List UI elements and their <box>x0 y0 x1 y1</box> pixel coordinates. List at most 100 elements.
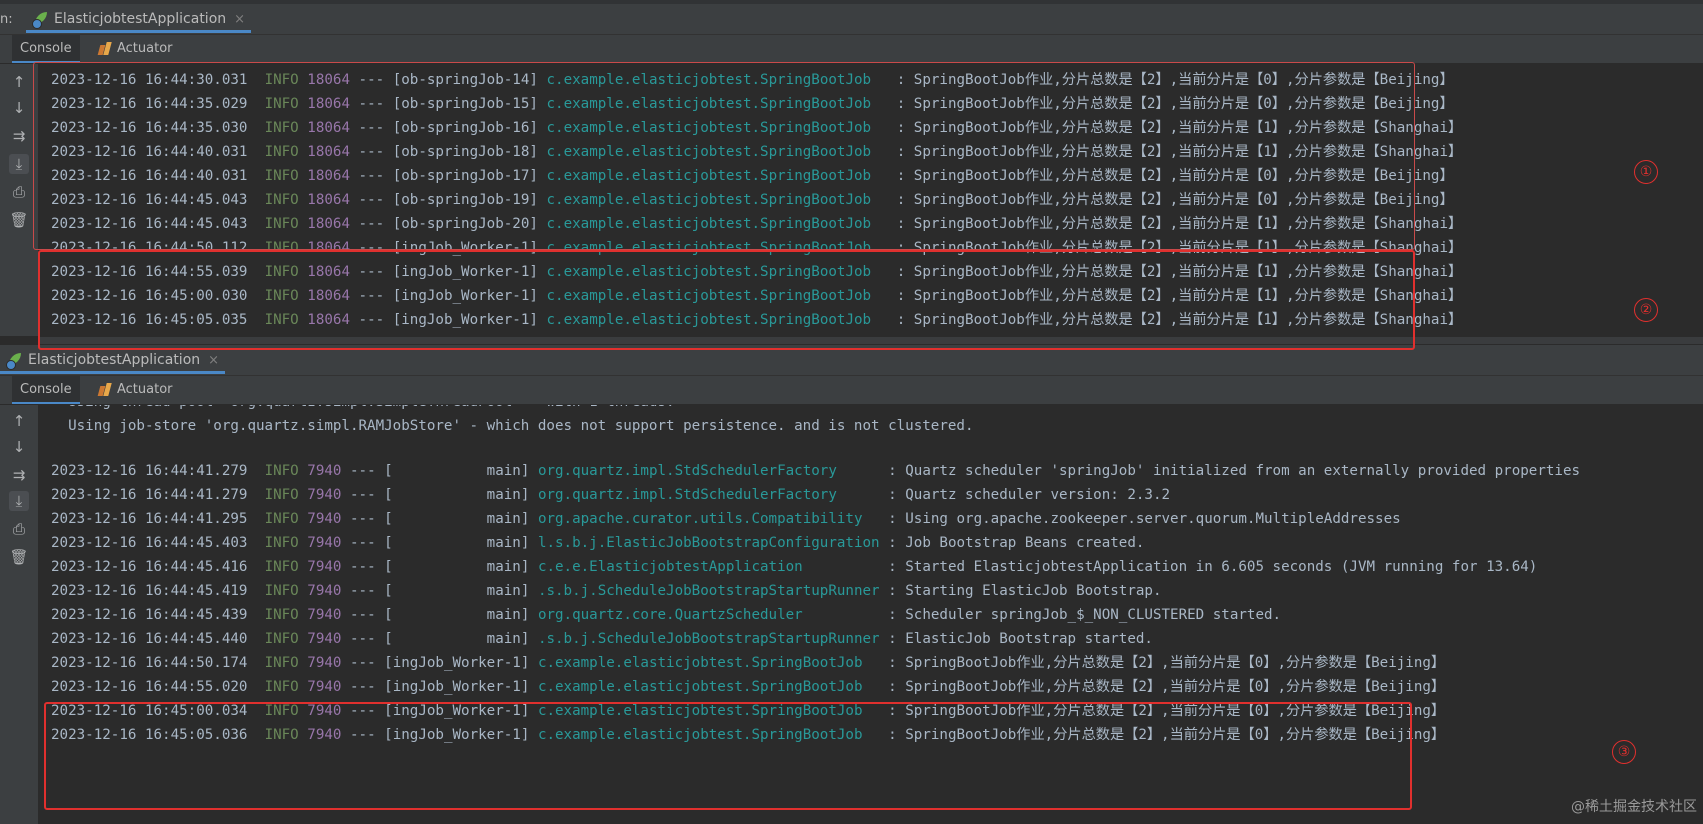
log-timestamp: 2023-12-16 16:44:41.279 <box>51 487 248 503</box>
log-logger: .s.b.j.ScheduleJobBootstrapStartupRunner <box>537 583 880 599</box>
log-pid: 7940 <box>307 559 342 575</box>
log-message: : SpringBootJob作业,分片总数是【2】,当前分片是【0】,分片参数… <box>888 679 1446 695</box>
log-separator: --- <box>350 583 376 599</box>
log-message: : Quartz scheduler 'springJob' initializ… <box>888 463 1581 479</box>
log-timestamp: 2023-12-16 16:44:41.279 <box>51 463 248 479</box>
scroll-up-icon[interactable]: ↑ <box>9 72 29 92</box>
log-message: : Starting ElasticJob Bootstrap. <box>888 583 1162 599</box>
log-pid: 7940 <box>307 655 342 671</box>
log-timestamp: 2023-12-16 16:44:50.174 <box>51 655 248 671</box>
marker-1: ① <box>1634 160 1658 184</box>
log-separator: --- <box>350 679 376 695</box>
tab-console[interactable]: Console <box>12 35 80 63</box>
log-plain-line: Using job-store 'org.quartz.simpl.RAMJob… <box>51 418 974 434</box>
log-timestamp: 2023-12-16 16:44:45.403 <box>51 535 248 551</box>
log-thread: [ main] <box>384 535 530 551</box>
run-tabbar-top: n: ElasticjobtestApplication × <box>0 4 1703 35</box>
log-logger: c.example.elasticjobtest.SpringBootJob <box>537 655 880 671</box>
log-logger: org.quartz.impl.StdSchedulerFactory <box>537 487 880 503</box>
clear-all-icon[interactable]: 🗑 <box>9 210 29 230</box>
scroll-to-end-icon[interactable]: ⤓ <box>9 154 29 174</box>
log-message: : Started ElasticjobtestApplication in 6… <box>888 559 1538 575</box>
marker-2: ② <box>1634 298 1658 322</box>
log-message: : Using org.apache.zookeeper.server.quor… <box>888 511 1401 527</box>
scroll-down-icon[interactable]: ↓ <box>9 437 29 457</box>
log-thread: [ingJob_Worker-1] <box>384 655 530 671</box>
log-level: INFO <box>264 511 299 527</box>
log-thread: [ main] <box>384 511 530 527</box>
log-separator: --- <box>350 631 376 647</box>
spring-app-icon <box>32 11 48 29</box>
soft-wrap-icon[interactable]: ⇉ <box>9 126 29 146</box>
log-timestamp: 2023-12-16 16:44:45.419 <box>51 583 248 599</box>
log-timestamp: 2023-12-16 16:44:45.416 <box>51 559 248 575</box>
tab-actuator[interactable]: Actuator <box>90 35 181 61</box>
run-tab-title: ElasticjobtestApplication <box>54 11 227 27</box>
log-thread: [ingJob_Worker-1] <box>384 679 530 695</box>
scroll-up-icon[interactable]: ↑ <box>9 411 29 431</box>
watermark: @稀土掘金技术社区 <box>1571 799 1697 815</box>
log-line: 2023-12-16 16:44:45.416 INFO 7940 --- [ … <box>51 555 1537 579</box>
log-level: INFO <box>264 631 299 647</box>
log-pid: 7940 <box>307 535 342 551</box>
log-timestamp: 2023-12-16 16:44:45.439 <box>51 607 248 623</box>
soft-wrap-icon[interactable]: ⇉ <box>9 465 29 485</box>
log-thread: [ main] <box>384 559 530 575</box>
log-logger: org.quartz.impl.StdSchedulerFactory <box>537 463 880 479</box>
console-subtabbar-top: Console Actuator <box>0 35 1703 64</box>
clear-all-icon[interactable]: 🗑 <box>9 547 29 567</box>
log-thread: [ main] <box>384 607 530 623</box>
log-level: INFO <box>264 655 299 671</box>
log-line: 2023-12-16 16:44:55.020 INFO 7940 --- [i… <box>51 675 1445 699</box>
log-logger: c.e.e.ElasticjobtestApplication <box>537 559 880 575</box>
log-line: 2023-12-16 16:44:45.440 INFO 7940 --- [ … <box>51 627 1153 651</box>
console-subtabbar-bottom: Console Actuator <box>0 376 1703 405</box>
close-icon[interactable]: × <box>234 12 245 27</box>
log-line: 2023-12-16 16:44:45.403 INFO 7940 --- [ … <box>51 531 1144 555</box>
log-separator: --- <box>350 463 376 479</box>
log-thread: [ main] <box>384 487 530 503</box>
log-level: INFO <box>264 463 299 479</box>
log-message: : Job Bootstrap Beans created. <box>888 535 1145 551</box>
highlight-box-1 <box>33 62 1415 250</box>
log-line: 2023-12-16 16:44:45.419 INFO 7940 --- [ … <box>51 579 1162 603</box>
log-thread: [ main] <box>384 583 530 599</box>
log-level: INFO <box>264 535 299 551</box>
marker-3: ③ <box>1612 740 1636 764</box>
tab-actuator[interactable]: Actuator <box>90 376 181 402</box>
log-plain-line: Using thread pool 'org.quartz.simpl.Simp… <box>51 405 674 414</box>
log-pid: 7940 <box>307 487 342 503</box>
console-toolbar-bottom: ↑ ↓ ⇉ ⤓ ⎙ 🗑 <box>0 405 38 824</box>
run-tab-elasticjobtest-bottom[interactable]: ElasticjobtestApplication × <box>0 349 226 374</box>
log-level: INFO <box>264 583 299 599</box>
scroll-down-icon[interactable]: ↓ <box>9 98 29 118</box>
spring-app-icon <box>6 352 22 370</box>
log-timestamp: 2023-12-16 16:44:55.020 <box>51 679 248 695</box>
actuator-icon <box>97 41 112 55</box>
scroll-to-end-icon[interactable]: ⤓ <box>9 491 29 511</box>
log-thread: [ main] <box>384 631 530 647</box>
highlight-box-2 <box>38 250 1415 350</box>
log-logger: l.s.b.j.ElasticJobBootstrapConfiguration <box>537 535 880 551</box>
log-thread: [ main] <box>384 463 530 479</box>
log-separator: --- <box>350 607 376 623</box>
log-message: : SpringBootJob作业,分片总数是【2】,当前分片是【0】,分片参数… <box>888 655 1446 671</box>
log-pid: 7940 <box>307 583 342 599</box>
log-level: INFO <box>264 679 299 695</box>
log-level: INFO <box>264 559 299 575</box>
log-separator: --- <box>350 655 376 671</box>
log-timestamp: 2023-12-16 16:44:45.440 <box>51 631 248 647</box>
close-icon[interactable]: × <box>208 353 219 368</box>
log-line: 2023-12-16 16:44:41.295 INFO 7940 --- [ … <box>51 507 1401 531</box>
run-label: n: <box>0 12 13 27</box>
log-separator: --- <box>350 559 376 575</box>
log-pid: 7940 <box>307 679 342 695</box>
log-line: 2023-12-16 16:44:50.174 INFO 7940 --- [i… <box>51 651 1445 675</box>
tab-console[interactable]: Console <box>12 376 80 404</box>
print-icon[interactable]: ⎙ <box>9 519 29 539</box>
run-tab-elasticjobtest[interactable]: ElasticjobtestApplication × <box>26 8 252 33</box>
log-level: INFO <box>264 607 299 623</box>
log-pid: 7940 <box>307 463 342 479</box>
print-icon[interactable]: ⎙ <box>9 182 29 202</box>
tab-actuator-label: Actuator <box>117 40 173 56</box>
